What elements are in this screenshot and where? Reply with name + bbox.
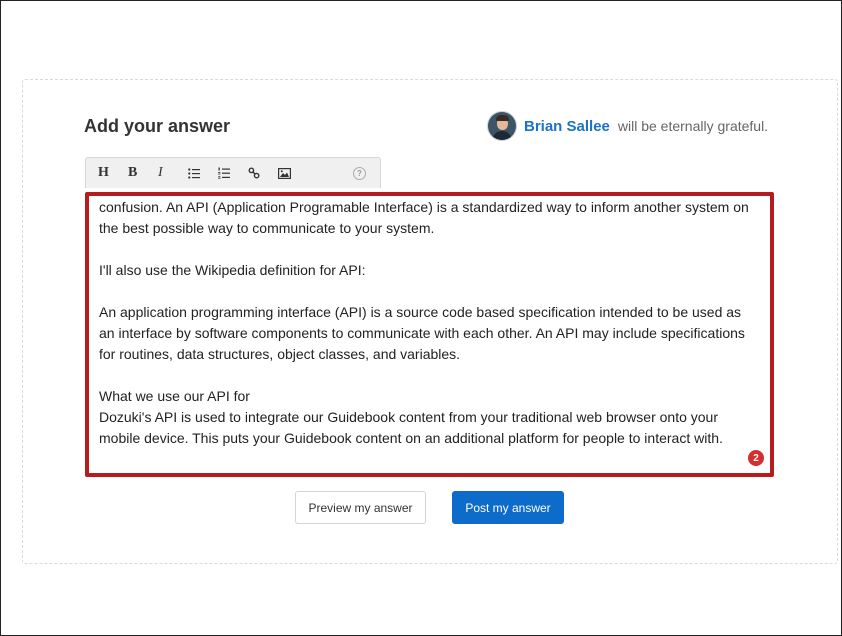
grateful-note: Brian Sallee will be eternally grateful.: [488, 112, 768, 140]
editor-paragraph: I'll also use the Wikipedia definition f…: [99, 262, 366, 278]
preview-button[interactable]: Preview my answer: [295, 491, 426, 524]
step-badge: 2: [748, 450, 764, 466]
user-name-link[interactable]: Brian Sallee: [524, 118, 610, 135]
page-title: Add your answer: [84, 116, 231, 136]
editor-paragraph: Dozuki's API is used to integrate our Gu…: [99, 409, 723, 446]
post-button[interactable]: Post my answer: [452, 491, 564, 524]
editor-paragraph: confusion. An API (Application Programab…: [99, 199, 749, 236]
image-icon[interactable]: [278, 161, 308, 185]
answer-textarea[interactable]: confusion. An API (Application Programab…: [85, 192, 774, 477]
help-icon[interactable]: ?: [353, 166, 366, 180]
avatar[interactable]: [488, 112, 516, 140]
answer-text: confusion. An API (Application Programab…: [99, 197, 759, 473]
bold-icon[interactable]: B: [128, 161, 158, 185]
italic-icon[interactable]: I: [158, 161, 188, 185]
editor-paragraph: What you could use our API for: [99, 470, 759, 473]
heading-icon[interactable]: H: [98, 161, 128, 185]
editor-paragraph: An application programming interface (AP…: [99, 304, 745, 362]
grateful-text: will be eternally grateful.: [617, 118, 769, 134]
link-icon[interactable]: [248, 161, 278, 185]
editor-paragraph: What we use our API for: [99, 388, 250, 404]
numbered-list-icon[interactable]: [218, 161, 248, 185]
editor-toolbar: H B I ?: [85, 157, 381, 188]
bulleted-list-icon[interactable]: [188, 161, 218, 185]
